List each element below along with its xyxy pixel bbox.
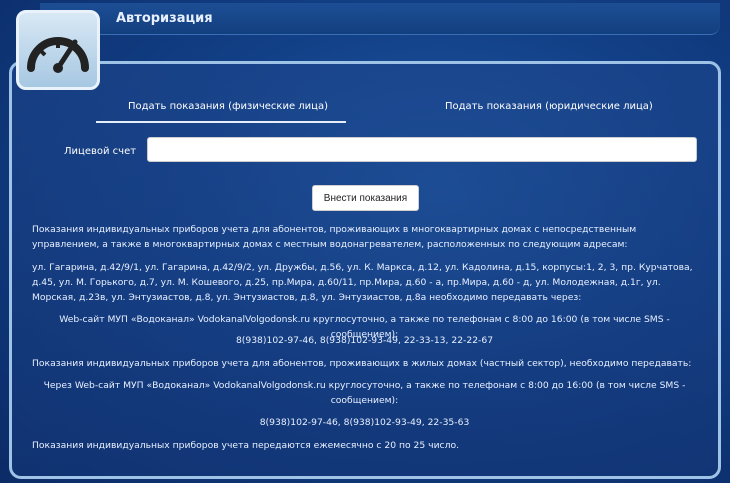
page-title: Авторизация <box>116 11 213 26</box>
phone-numbers-1: 8(938)102-97-46, 8(938)102-93-49, 22-33-… <box>235 335 494 346</box>
active-tab-indicator <box>96 121 346 123</box>
tab-legal-entities[interactable]: Подать показания (юридические лица) <box>445 101 653 112</box>
phone-numbers-2: 8(938)102-97-46, 8(938)102-93-49, 22-35-… <box>259 417 470 428</box>
info-paragraph-5: Показания индивидуальных приборов учета … <box>32 358 692 369</box>
account-label: Лицевой счет <box>64 146 137 157</box>
header-bar: Авторизация <box>40 3 720 35</box>
tab-individuals[interactable]: Подать показания (физические лица) <box>128 101 328 112</box>
info-paragraph-6: Через Web-сайт МУП «Водоканал» Vodokanal… <box>43 380 686 406</box>
info-paragraph-1: Показания индивидуальных приборов учета … <box>32 224 637 250</box>
account-input[interactable] <box>147 137 697 162</box>
info-paragraph-8: Показания индивидуальных приборов учета … <box>32 440 460 451</box>
submit-readings-button[interactable]: Внести показания <box>312 185 419 211</box>
info-paragraph-2: ул. Гагарина, д.42/9/1, ул. Гагарина, д.… <box>32 262 693 303</box>
gauge-icon <box>16 10 100 90</box>
